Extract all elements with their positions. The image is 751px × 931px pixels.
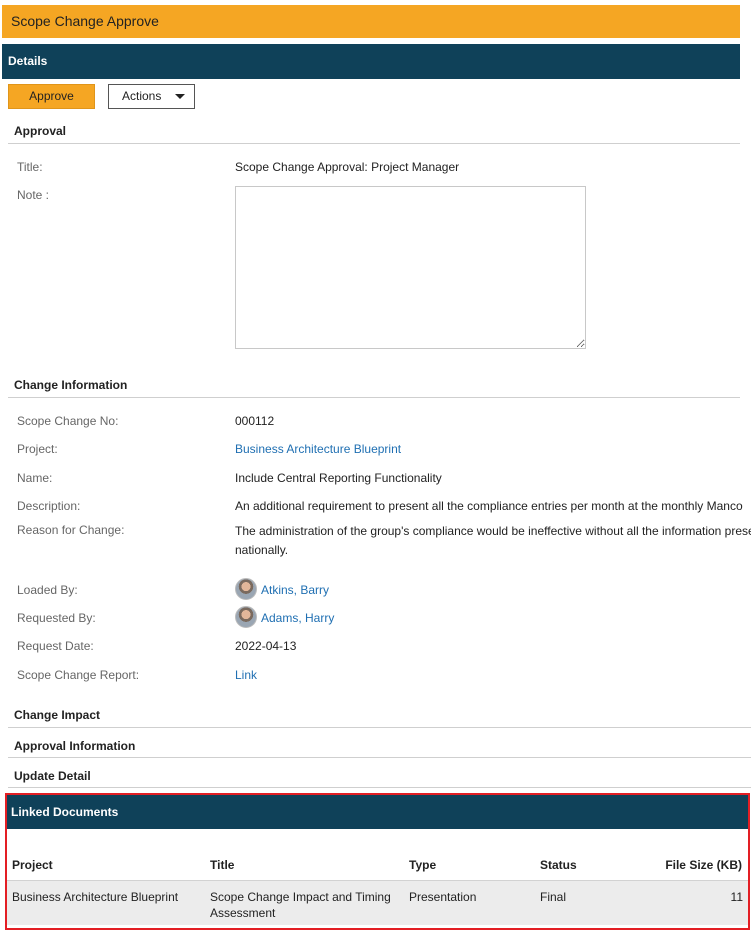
- details-header: Details: [2, 44, 740, 79]
- name-value: Include Central Reporting Functionality: [235, 471, 442, 485]
- requested-by-link[interactable]: Adams, Harry: [261, 611, 334, 625]
- request-date-value: 2022-04-13: [235, 639, 297, 653]
- cell-status: Final: [540, 890, 567, 904]
- column-header-status[interactable]: Status: [540, 858, 577, 872]
- actions-label: Actions: [122, 89, 162, 103]
- change-impact-section-title[interactable]: Change Impact: [14, 708, 100, 722]
- description-value: An additional requirement to present all…: [235, 499, 743, 513]
- description-label: Description:: [17, 499, 81, 513]
- cell-project: Business Architecture Blueprint: [12, 890, 179, 904]
- linked-documents-panel: Linked Documents Project Title Type Stat…: [5, 793, 750, 930]
- note-label: Note :: [17, 188, 50, 202]
- cell-type: Presentation: [409, 890, 477, 904]
- approval-divider: [8, 143, 740, 144]
- column-header-project[interactable]: Project: [12, 858, 53, 872]
- update-detail-section-title[interactable]: Update Detail: [14, 769, 91, 783]
- project-label: Project:: [17, 442, 58, 456]
- change-impact-divider: [8, 727, 751, 728]
- cell-title-line1: Scope Change Impact and Timing: [210, 890, 391, 904]
- scope-change-report-label: Scope Change Report:: [17, 668, 140, 682]
- reason-value-line2: nationally.: [235, 543, 289, 557]
- approval-information-divider: [8, 757, 751, 758]
- linked-documents-header[interactable]: Linked Documents: [7, 795, 748, 829]
- cell-title-line2: Assessment: [210, 906, 276, 920]
- page-title: Scope Change Approve: [2, 5, 740, 38]
- column-header-file-size[interactable]: File Size (KB): [665, 858, 742, 872]
- actions-dropdown-button[interactable]: Actions: [108, 84, 195, 109]
- scope-change-no-label: Scope Change No:: [17, 414, 119, 428]
- reason-value-line1: The administration of the group's compli…: [235, 524, 751, 538]
- title-value: Scope Change Approval: Project Manager: [235, 160, 460, 174]
- change-information-section-title[interactable]: Change Information: [14, 378, 127, 392]
- approve-button[interactable]: Approve: [8, 84, 95, 109]
- column-header-type[interactable]: Type: [409, 858, 436, 872]
- note-textarea[interactable]: [235, 186, 586, 349]
- approval-information-section-title[interactable]: Approval Information: [14, 739, 135, 753]
- approval-section-title[interactable]: Approval: [14, 124, 66, 138]
- scope-change-report-link[interactable]: Link: [235, 668, 257, 682]
- update-detail-divider: [8, 787, 751, 788]
- title-label: Title:: [17, 160, 43, 174]
- name-label: Name:: [17, 471, 53, 485]
- reason-label: Reason for Change:: [17, 523, 125, 537]
- requested-by-label: Requested By:: [17, 611, 96, 625]
- loaded-by-avatar: [235, 578, 257, 600]
- requested-by-avatar: [235, 606, 257, 628]
- project-link[interactable]: Business Architecture Blueprint: [235, 442, 401, 456]
- caret-down-icon: [175, 94, 185, 99]
- request-date-label: Request Date:: [17, 639, 94, 653]
- scope-change-no-value: 000112: [235, 414, 275, 428]
- cell-file-size: 11: [730, 890, 743, 904]
- column-header-title[interactable]: Title: [210, 858, 234, 872]
- loaded-by-link[interactable]: Atkins, Barry: [261, 583, 329, 597]
- change-information-divider: [8, 397, 740, 398]
- loaded-by-label: Loaded By:: [17, 583, 78, 597]
